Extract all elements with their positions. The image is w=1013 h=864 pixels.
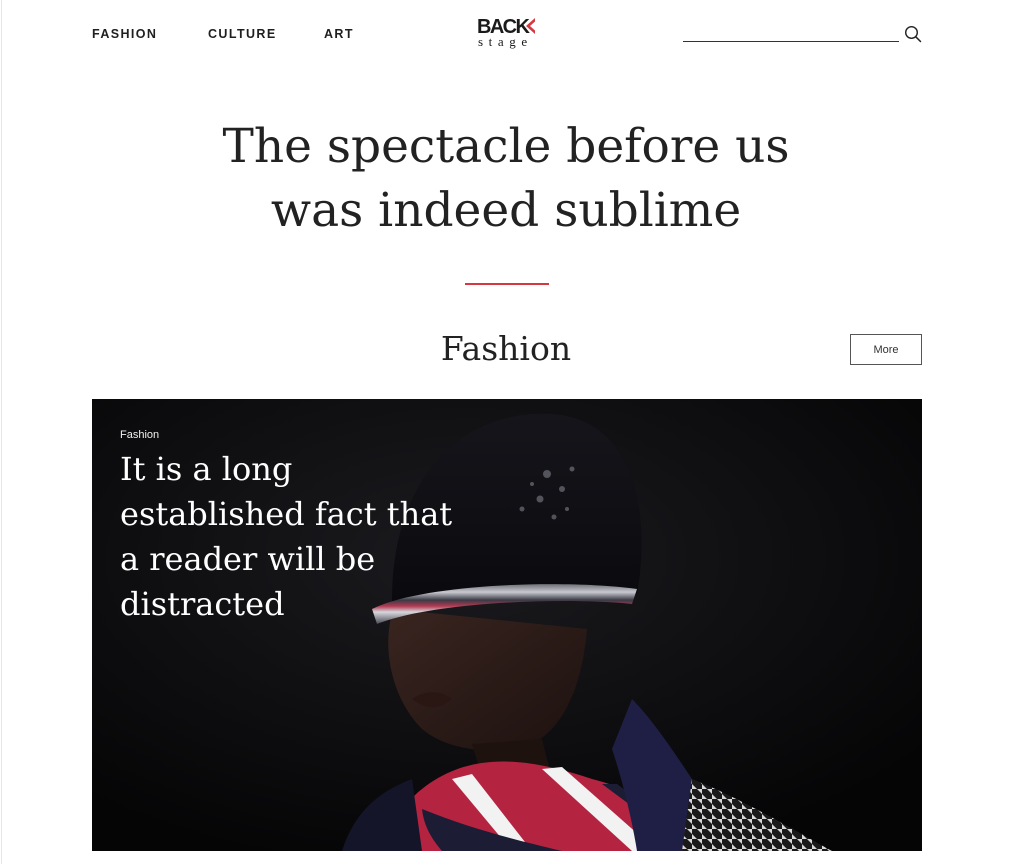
- left-border: [1, 0, 2, 864]
- more-button[interactable]: More: [850, 334, 922, 365]
- nav-item-culture[interactable]: CULTURE: [208, 27, 324, 41]
- logo-subtext: stage: [478, 34, 533, 49]
- logo-chevron-icon: [526, 18, 535, 34]
- hero-divider: [465, 283, 549, 285]
- nav-item-fashion[interactable]: FASHION: [92, 27, 208, 41]
- feature-card[interactable]: Fashion It is a long established fact th…: [92, 399, 922, 851]
- section-title: Fashion: [440, 329, 572, 368]
- nav-item-art[interactable]: ART: [324, 27, 384, 41]
- feature-title[interactable]: It is a long established fact that a rea…: [120, 447, 480, 627]
- search-bar: [683, 22, 899, 42]
- main-nav: FASHION CULTURE ART: [92, 27, 384, 41]
- search-icon[interactable]: [904, 25, 922, 43]
- feature-category: Fashion: [120, 429, 160, 441]
- site-logo[interactable]: BACK stage: [477, 16, 537, 54]
- search-input[interactable]: [683, 22, 899, 42]
- page: FASHION CULTURE ART BACK stage The spect…: [0, 0, 1013, 864]
- hero-title: The spectacle before us was indeed subli…: [222, 119, 790, 238]
